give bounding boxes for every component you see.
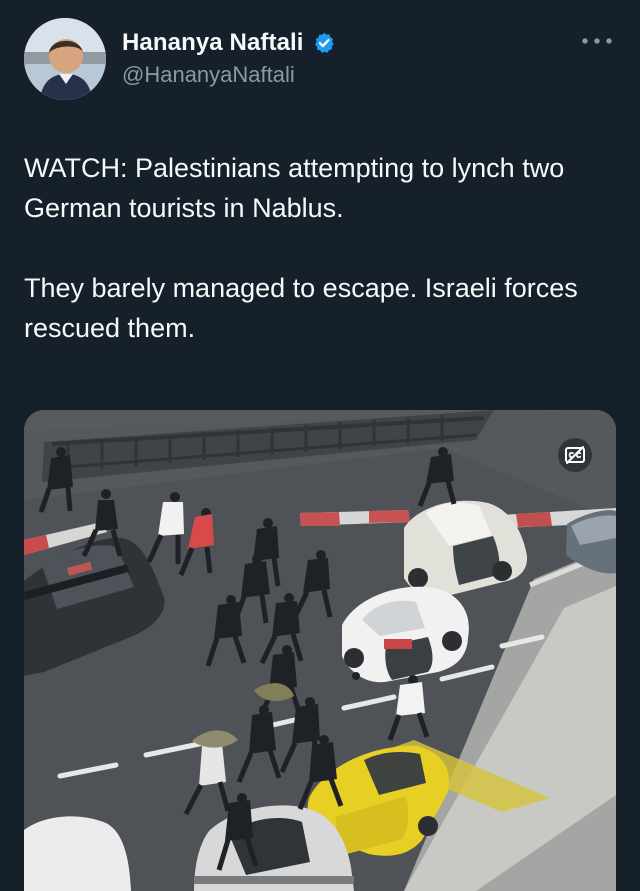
avatar-photo [24, 18, 106, 100]
author-handle[interactable]: @HananyaNaftali [122, 62, 336, 88]
more-options-icon [582, 38, 612, 44]
author-identity: Hananya Naftali @HananyaNaftali [122, 26, 336, 88]
more-options-button[interactable] [580, 34, 614, 48]
display-name[interactable]: Hananya Naftali [122, 29, 304, 57]
tweet-screen: Hananya Naftali @HananyaNaftali WATCH: P… [0, 0, 640, 891]
tweet-video[interactable] [24, 410, 616, 891]
closed-captions-off-icon [565, 446, 585, 464]
verified-badge-icon [312, 31, 336, 55]
tweet-header: Hananya Naftali @HananyaNaftali [24, 18, 616, 100]
video-frame [24, 410, 616, 891]
tweet-text: WATCH: Palestinians attempting to lynch … [24, 153, 578, 343]
avatar[interactable] [24, 18, 106, 100]
closed-captions-toggle[interactable] [558, 438, 592, 472]
display-name-row: Hananya Naftali [122, 26, 336, 60]
